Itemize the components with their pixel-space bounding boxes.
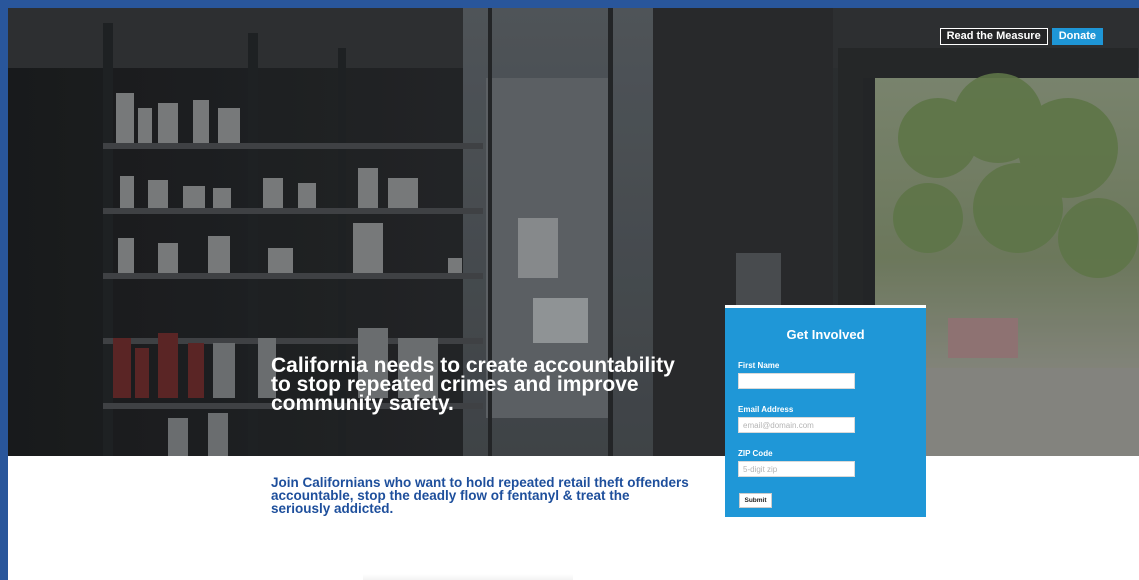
read-the-measure-button[interactable]: Read the Measure — [939, 28, 1048, 45]
signup-form: Get Involved First Name Email Address ZI… — [725, 305, 926, 517]
hero-section: Read the Measure Donate California needs… — [8, 8, 1139, 456]
zip-label: ZIP Code — [738, 449, 773, 458]
submit-button[interactable]: Submit — [739, 493, 772, 508]
top-nav: Read the Measure Donate — [939, 28, 1103, 45]
section-divider — [363, 574, 573, 580]
donate-button[interactable]: Donate — [1051, 28, 1103, 45]
first-name-label: First Name — [738, 361, 780, 370]
hero-headline: California needs to create accountabilit… — [271, 354, 675, 415]
email-label: Email Address — [738, 405, 794, 414]
zip-input[interactable] — [738, 461, 855, 477]
page: Read the Measure Donate California needs… — [8, 8, 1139, 580]
first-name-input[interactable] — [738, 373, 855, 389]
form-title: Get Involved — [786, 327, 865, 342]
email-input[interactable] — [738, 417, 855, 433]
intro-text: Join Californians who want to hold repea… — [271, 475, 689, 516]
